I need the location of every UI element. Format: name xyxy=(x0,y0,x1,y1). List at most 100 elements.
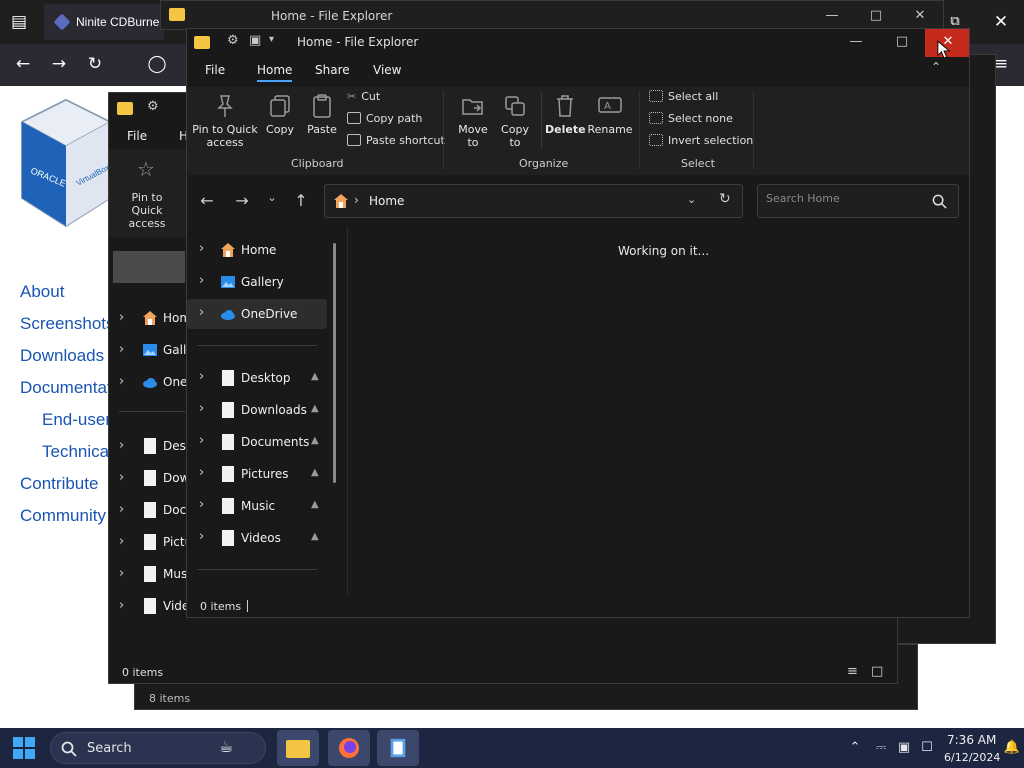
maximize-icon[interactable]: □ xyxy=(879,29,925,55)
chevron-right-icon[interactable]: › xyxy=(119,342,124,357)
chevron-right-icon[interactable]: › xyxy=(119,374,124,389)
back-icon[interactable]: ← xyxy=(195,191,219,210)
shield-icon[interactable]: ◯ xyxy=(146,54,168,74)
cut-button[interactable]: ✂ Cut xyxy=(347,90,380,103)
nav-item-onedrive[interactable]: › OneDrive xyxy=(187,299,327,329)
chevron-right-icon[interactable]: › xyxy=(119,502,124,517)
tab-overview-icon[interactable]: ▤ xyxy=(8,12,30,32)
search-input[interactable] xyxy=(766,192,926,205)
select-none-button[interactable]: Select none xyxy=(649,112,733,125)
left-nav-home[interactable]: › Home xyxy=(109,303,198,333)
chevron-right-icon[interactable]: › xyxy=(199,497,204,512)
qat-dropdown-icon[interactable]: ▾ xyxy=(269,34,274,45)
nav-link-about[interactable]: About xyxy=(20,282,64,302)
clock-time[interactable]: 7:36 AM xyxy=(947,733,996,747)
taskbar-file-explorer[interactable] xyxy=(277,730,319,766)
chevron-right-icon[interactable]: › xyxy=(199,433,204,448)
content-area[interactable]: Working on it... xyxy=(347,227,969,595)
copy-path-button[interactable]: Copy path xyxy=(347,112,422,125)
up-icon[interactable]: ↑ xyxy=(289,191,313,210)
chevron-right-icon[interactable]: › xyxy=(199,241,204,256)
chevron-right-icon[interactable]: › xyxy=(119,534,124,549)
nav-scrollbar[interactable] xyxy=(333,243,336,483)
pin-icon[interactable]: ▲ xyxy=(311,467,319,478)
copy-button[interactable]: Copy xyxy=(263,93,297,136)
chevron-right-icon[interactable]: › xyxy=(119,470,124,485)
left-nav-desktop[interactable]: ›Desktop xyxy=(109,431,213,461)
pin-icon[interactable]: ▲ xyxy=(311,499,319,510)
close-browser-icon[interactable]: ✕ xyxy=(990,12,1012,32)
chevron-right-icon[interactable]: › xyxy=(199,401,204,416)
search-icon[interactable] xyxy=(932,194,947,209)
rename-button[interactable]: A Rename xyxy=(587,93,633,136)
display-icon[interactable]: ▣ xyxy=(895,740,913,755)
nav-item-pictures[interactable]: › Pictures ▲ xyxy=(187,459,327,489)
network-icon[interactable]: ⎓ xyxy=(872,740,890,755)
windows-start-icon[interactable] xyxy=(12,736,36,760)
nav-link-community[interactable]: Community xyxy=(20,506,106,526)
menu-share[interactable]: Share xyxy=(315,63,350,77)
select-all-button[interactable]: Select all xyxy=(649,90,718,103)
nav-link-end-user[interactable]: End-user xyxy=(42,410,111,430)
taskbar-search[interactable]: Search ☕ xyxy=(50,732,266,764)
browser-tab[interactable]: Ninite CDBurner xyxy=(44,4,164,40)
pin-icon[interactable]: ▲ xyxy=(311,403,319,414)
chevron-right-icon[interactable]: › xyxy=(199,529,204,544)
left-nav-onedrive[interactable]: › OneDrive xyxy=(109,367,219,397)
reload-icon[interactable]: ↻ xyxy=(84,54,106,74)
menu-home[interactable]: Home xyxy=(257,63,293,82)
forward-icon[interactable]: → xyxy=(230,191,254,210)
left-menu-file[interactable]: File xyxy=(127,129,147,143)
back-explorer-window[interactable]: Home - File Explorer — □ ✕ xyxy=(160,0,944,30)
nav-link-screenshots[interactable]: Screenshots xyxy=(20,314,115,334)
main-explorer-window[interactable]: ⚙ ▣ ▾ Home - File Explorer — □ ✕ ⌃ File … xyxy=(186,28,970,618)
nav-item-desktop[interactable]: › Desktop ▲ xyxy=(187,363,327,393)
chevron-right-icon[interactable]: › xyxy=(199,305,204,320)
delete-button[interactable]: Delete xyxy=(545,93,586,136)
left-pin-label[interactable]: Pin to Quick access xyxy=(115,191,179,230)
menu-file[interactable]: File xyxy=(205,63,225,77)
nav-item-music[interactable]: › Music ▲ xyxy=(187,491,327,521)
left-nav-gallery[interactable]: › Gallery xyxy=(109,335,206,365)
move-to-button[interactable]: Move to xyxy=(453,93,493,149)
invert-selection-button[interactable]: Invert selection xyxy=(649,134,753,147)
nav-link-downloads[interactable]: Downloads xyxy=(20,346,104,366)
forward-icon[interactable]: → xyxy=(48,54,70,74)
properties-icon[interactable]: ⚙ xyxy=(227,33,239,48)
chevron-up-icon[interactable]: ⌃ xyxy=(846,740,864,755)
close-icon[interactable]: ✕ xyxy=(897,3,943,29)
nav-item-videos[interactable]: › Videos ▲ xyxy=(187,523,327,553)
pin-quick-access-button[interactable]: Pin to Quick access xyxy=(191,93,259,149)
paste-button[interactable]: Paste xyxy=(303,93,341,136)
chevron-right-icon[interactable]: › xyxy=(119,598,124,613)
chevron-right-icon[interactable]: › xyxy=(199,465,204,480)
address-dropdown-icon[interactable]: ⌄ xyxy=(687,193,696,206)
tiles-view-icon[interactable]: □ xyxy=(871,664,883,679)
notification-bell-icon[interactable]: 🔔 xyxy=(1003,740,1021,755)
pin-icon[interactable]: ▲ xyxy=(311,531,319,542)
pin-icon[interactable]: ▲ xyxy=(311,371,319,382)
chevron-right-icon[interactable]: › xyxy=(119,566,124,581)
taskbar-notepad[interactable] xyxy=(377,730,419,766)
nav-item-documents[interactable]: › Documents ▲ xyxy=(187,427,327,457)
minimize-icon[interactable]: — xyxy=(809,3,855,29)
new-folder-icon[interactable]: ▣ xyxy=(249,33,261,48)
nav-link-contribute[interactable]: Contribute xyxy=(20,474,98,494)
chevron-right-icon[interactable]: › xyxy=(119,310,124,325)
clock-date[interactable]: 6/12/2024 xyxy=(944,751,1000,764)
details-view-icon[interactable]: ≡ xyxy=(847,664,858,679)
search-box[interactable] xyxy=(757,184,959,218)
menu-view[interactable]: View xyxy=(373,63,401,77)
taskbar-firefox[interactable] xyxy=(328,730,370,766)
left-nav-videos[interactable]: › Videos xyxy=(109,591,203,621)
pin-icon[interactable]: ▲ xyxy=(311,435,319,446)
maximize-icon[interactable]: □ xyxy=(853,3,899,29)
left-nav-downloads[interactable]: ›Downloads xyxy=(109,463,229,493)
left-nav-documents[interactable]: ›Documents xyxy=(109,495,231,525)
volume-muted-icon[interactable]: ☐ xyxy=(918,740,936,755)
copy-to-button[interactable]: Copy to xyxy=(495,93,535,149)
left-nav-pictures[interactable]: ›Pictures xyxy=(109,527,211,557)
nav-item-home[interactable]: › Home xyxy=(187,235,327,265)
address-bar[interactable]: › Home ⌄ ↻ xyxy=(324,184,743,218)
pin-icon[interactable]: ☆ xyxy=(137,157,155,181)
